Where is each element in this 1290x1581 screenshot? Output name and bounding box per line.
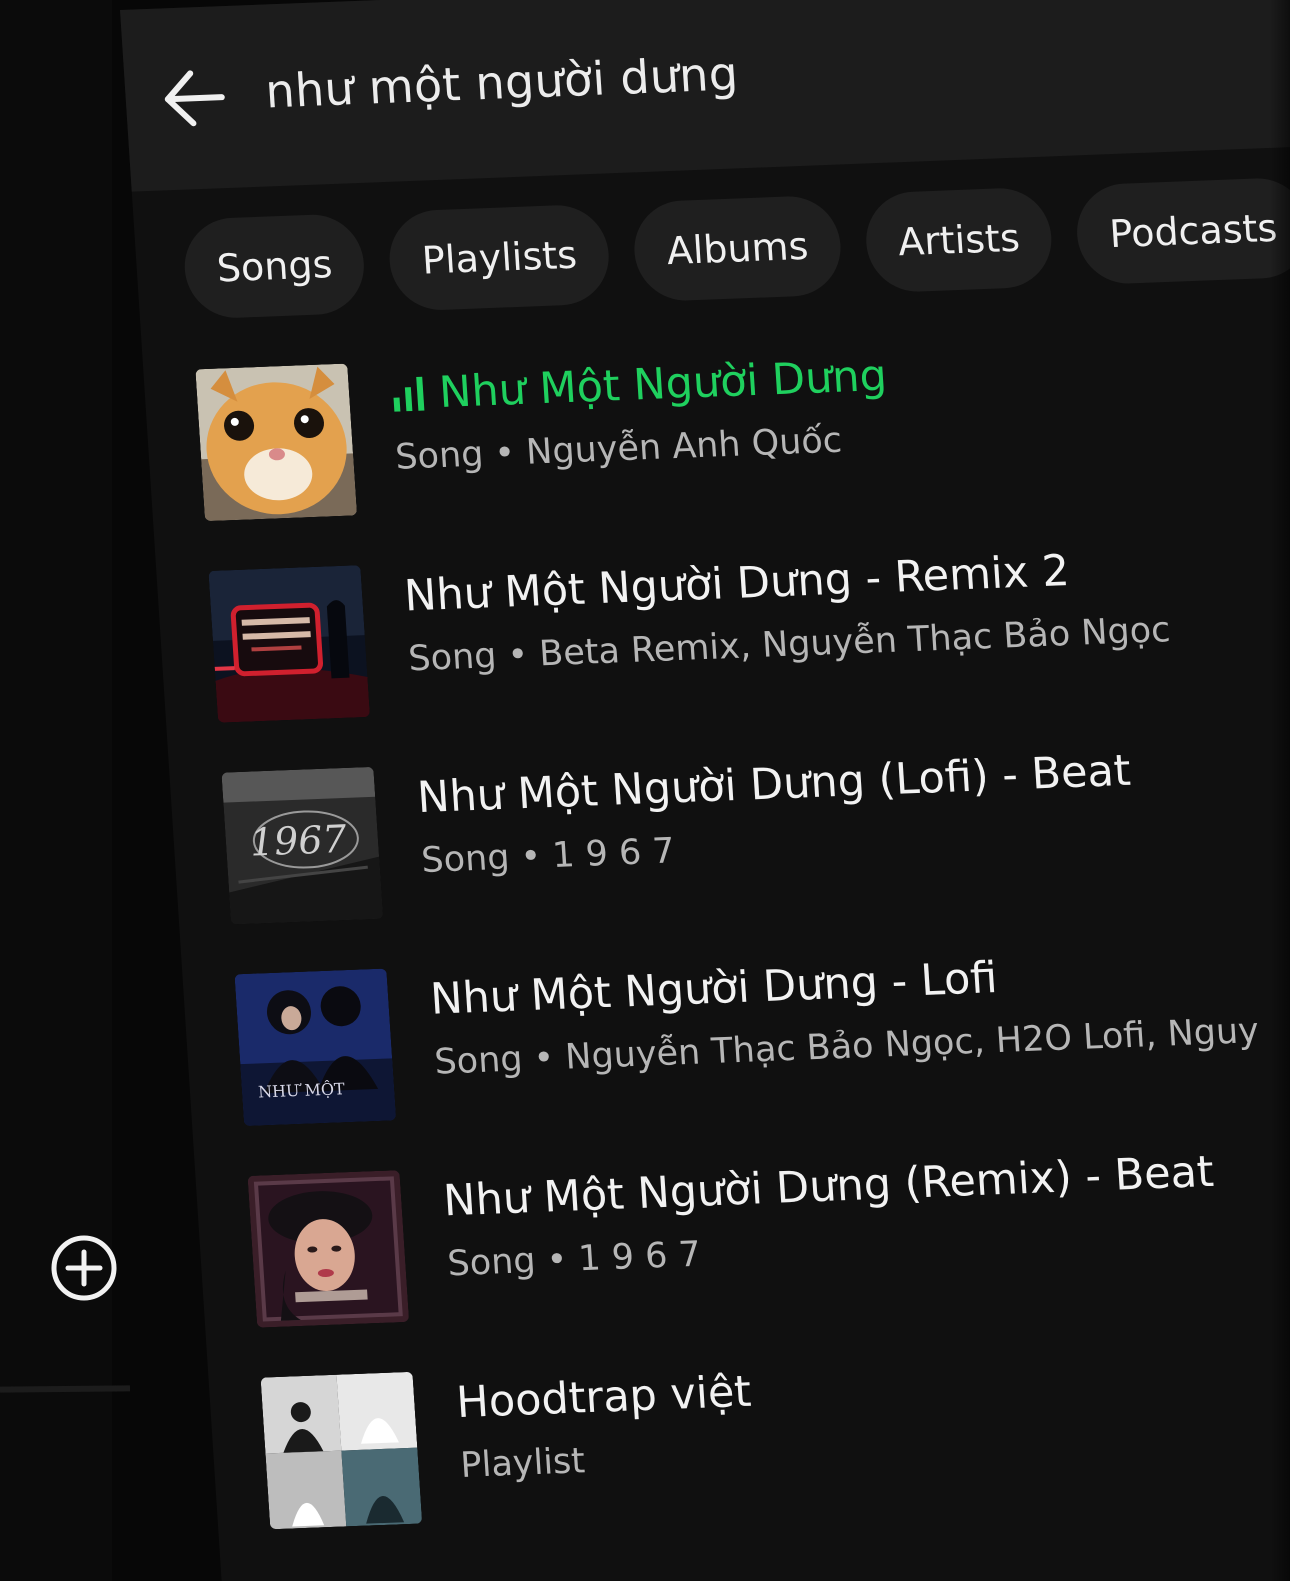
edge-shadow: [1270, 0, 1290, 1581]
album-art: 1967: [221, 766, 384, 925]
equalizer-icon: [393, 376, 425, 412]
add-button[interactable]: [50, 1234, 118, 1302]
list-item[interactable]: Như Một Người Dưng Song • Nguyễn Anh Quố…: [195, 325, 1290, 571]
result-title: Như Một Người Dưng: [390, 333, 1290, 420]
search-screen: như một người dưng Songs Playlists Album…: [120, 0, 1290, 1581]
album-art: [247, 1170, 410, 1328]
red-neon-sign-artwork: [208, 565, 371, 723]
orange-cat-artwork: [195, 363, 358, 522]
album-art: [195, 363, 358, 522]
chip-artists[interactable]: Artists: [862, 186, 1055, 294]
couple-blue-artwork: NHƯ MỘT: [234, 968, 397, 1127]
app-screen: như một người dưng Songs Playlists Album…: [0, 0, 1290, 1581]
svg-text:1967: 1967: [249, 817, 349, 865]
chip-podcasts[interactable]: Podcasts: [1074, 176, 1290, 286]
results-list: Như Một Người Dưng Song • Nguyễn Anh Quố…: [195, 325, 1290, 1579]
side-rail: [0, 0, 112, 1581]
svg-text:NHƯ MỘT: NHƯ MỘT: [257, 1079, 345, 1101]
result-title-text: Như Một Người Dưng: [437, 350, 889, 418]
album-art: [208, 565, 371, 723]
chip-playlists[interactable]: Playlists: [386, 203, 613, 312]
playlist-mosaic-artwork: [260, 1371, 423, 1530]
chip-songs[interactable]: Songs: [181, 212, 368, 320]
playlist-art: [260, 1371, 423, 1530]
girl-portrait-artwork: [247, 1170, 410, 1328]
search-input[interactable]: như một người dưng: [264, 46, 740, 118]
1967-monochrome-artwork: 1967: [221, 766, 384, 925]
back-button[interactable]: [158, 62, 232, 135]
plus-circle-icon: [51, 1235, 117, 1301]
search-header: như một người dưng: [120, 0, 1290, 192]
album-art: NHƯ MỘT: [234, 968, 397, 1127]
chip-albums[interactable]: Albums: [631, 194, 844, 303]
filter-chips: Songs Playlists Albums Artists Podcasts: [181, 176, 1290, 320]
arrow-left-icon: [164, 70, 225, 127]
